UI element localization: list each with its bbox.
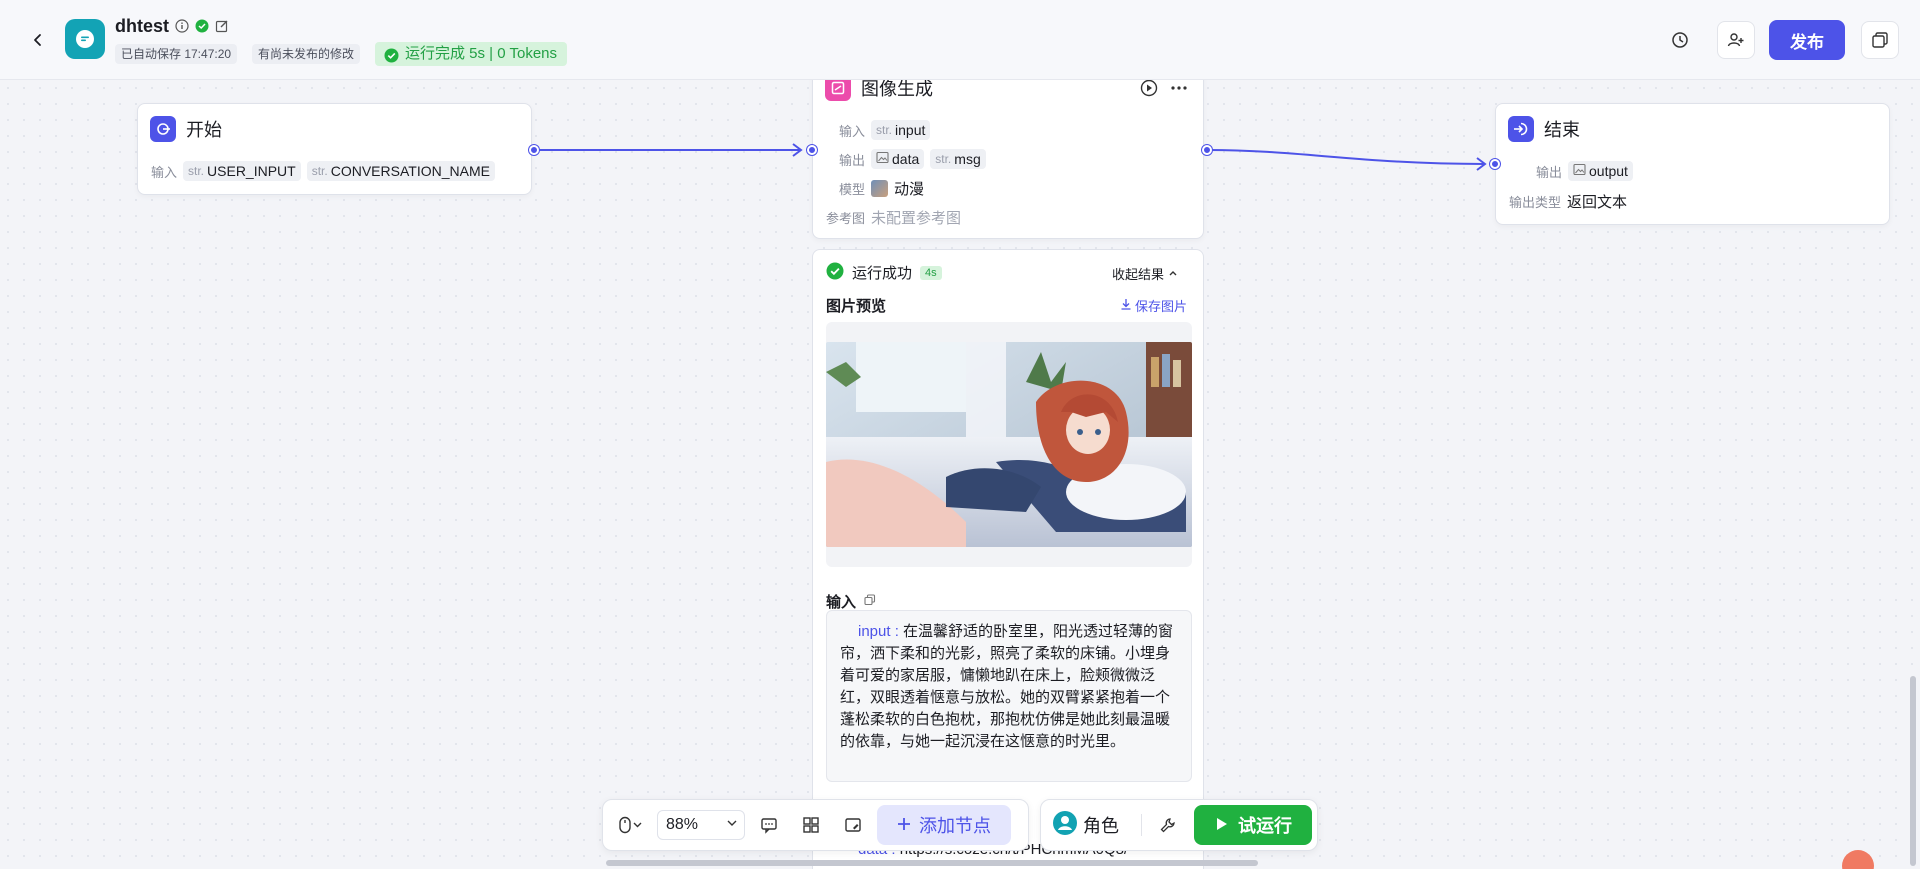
role-button[interactable]: 角色 [1053, 810, 1119, 840]
copy-window-icon[interactable] [1861, 21, 1899, 59]
end-output-label: 输出 [1536, 164, 1563, 180]
image-type-icon [1573, 163, 1586, 179]
preview-title: 图片预览 [826, 298, 887, 315]
success-check-icon [826, 262, 844, 283]
download-icon [1120, 298, 1132, 313]
canvas-toolbar: 88% 添加节点 [602, 799, 1029, 851]
trial-run-label: 试运行 [1238, 816, 1292, 836]
zoom-value: 88% [666, 816, 699, 833]
end-input-port[interactable] [1490, 159, 1500, 169]
start-node-title: 开始 [186, 120, 222, 140]
image-gen-ref-label: 参考图 [826, 211, 866, 226]
run-node-icon[interactable] [1140, 79, 1158, 102]
play-icon [1216, 815, 1228, 836]
start-input-label: 输入 [151, 164, 178, 180]
image-gen-model-value: 动漫 [894, 181, 925, 198]
copy-icon[interactable] [864, 594, 876, 609]
app-logo-icon [65, 19, 105, 59]
autosave-chip: 已自动保存 17:47:20 [115, 44, 238, 64]
start-node[interactable]: 开始 输入 str. USER_INPUT str. CONVERSATION_NA… [137, 103, 532, 195]
image-gen-input-label: 输入 [839, 123, 866, 139]
generated-image[interactable] [826, 342, 1192, 547]
publish-button[interactable]: 发布 [1769, 20, 1845, 60]
end-node[interactable]: 结束 输出 output 输出类型 返回文本 [1495, 103, 1890, 225]
add-node-button[interactable]: 添加节点 [877, 805, 1011, 845]
app-title: dhtest [115, 16, 169, 36]
end-node-title: 结束 [1544, 120, 1580, 140]
comment-icon[interactable] [751, 807, 787, 843]
result-status: 运行成功 [852, 265, 913, 282]
end-output-tag: output [1568, 161, 1633, 181]
image-gen-input-tag: str. input [871, 120, 931, 140]
end-node-icon [1508, 116, 1534, 142]
start-input-tag: str. USER_INPUT [183, 161, 301, 181]
image-gen-ref-value: 未配置参考图 [871, 210, 962, 227]
more-icon[interactable] [1170, 79, 1188, 102]
vertical-scrollbar[interactable] [1910, 676, 1916, 866]
success-check-icon [384, 47, 399, 71]
info-icon[interactable] [175, 19, 189, 38]
role-avatar-icon [1053, 810, 1077, 840]
chevron-down-icon [726, 816, 738, 834]
collaborators-icon[interactable] [1717, 21, 1755, 59]
zoom-select[interactable]: 88% [657, 810, 745, 840]
collapse-result-button[interactable]: 收起结果 [1112, 264, 1178, 283]
save-image-link[interactable]: 保存图片 [1120, 296, 1187, 315]
image-gen-output-tag: str. msg [930, 149, 986, 169]
add-node-label: 添加节点 [919, 816, 991, 836]
run-result-panel: 运行成功 4s 收起结果 图片预览 保存图片 输入 input: 在温馨舒适的… [812, 249, 1204, 869]
run-status-text: 运行完成 5s | 0 Tokens [405, 45, 558, 62]
model-avatar-icon [871, 180, 889, 197]
trial-run-button[interactable]: 试运行 [1194, 805, 1312, 845]
image-type-icon [876, 151, 889, 167]
top-bar: dhtest 已自动保存 17:47:20 有尚未发布的修改 运行完成 5s |… [0, 0, 1920, 80]
image-gen-input-port[interactable] [807, 145, 817, 155]
result-duration-badge: 4s [920, 265, 942, 280]
image-gen-output-label: 输出 [839, 152, 866, 168]
start-input-tag: str. CONVERSATION_NAME [306, 161, 495, 181]
input-key: input [858, 623, 891, 640]
minimap-icon[interactable] [835, 807, 871, 843]
start-output-port[interactable] [529, 145, 539, 155]
input-text-box: input : 在温馨舒适的卧室里，阳光透过轻薄的窗帘，洒下柔和的光影，照亮了柔… [826, 610, 1192, 782]
published-check-icon [195, 19, 209, 38]
image-gen-node[interactable]: 图像生成 输入 str. input 输出 data str. msg 模型 动漫 … [812, 66, 1204, 239]
chevron-up-icon [1168, 266, 1178, 281]
run-status-badge[interactable]: 运行完成 5s | 0 Tokens [375, 42, 568, 66]
back-arrow-icon[interactable] [28, 30, 48, 50]
image-gen-output-port[interactable] [1202, 145, 1212, 155]
end-output-type-value: 返回文本 [1567, 194, 1628, 211]
auto-layout-icon[interactable] [793, 807, 829, 843]
wrench-icon[interactable] [1150, 807, 1186, 843]
end-output-type-label: 输出类型 [1509, 195, 1562, 210]
history-icon[interactable] [1662, 22, 1698, 58]
save-image-label: 保存图片 [1135, 299, 1188, 314]
edit-icon[interactable] [215, 19, 229, 38]
collapse-result-label: 收起结果 [1112, 267, 1165, 282]
run-toolbar: 角色 试运行 [1040, 799, 1318, 851]
role-label: 角色 [1083, 816, 1119, 836]
input-section-title: 输入 [826, 594, 857, 611]
unpublished-chip: 有尚未发布的修改 [252, 44, 361, 64]
horizontal-scrollbar[interactable] [606, 860, 1258, 866]
image-gen-model-label: 模型 [839, 182, 866, 197]
plus-icon [897, 815, 911, 836]
image-gen-output-tag: data [871, 149, 925, 169]
image-preview-box [826, 322, 1192, 567]
start-node-icon [150, 116, 176, 142]
mouse-mode-icon[interactable] [611, 807, 651, 843]
input-text: 在温馨舒适的卧室里，阳光透过轻薄的窗帘，洒下柔和的光影，照亮了柔软的床铺。小埋身… [840, 623, 1174, 750]
